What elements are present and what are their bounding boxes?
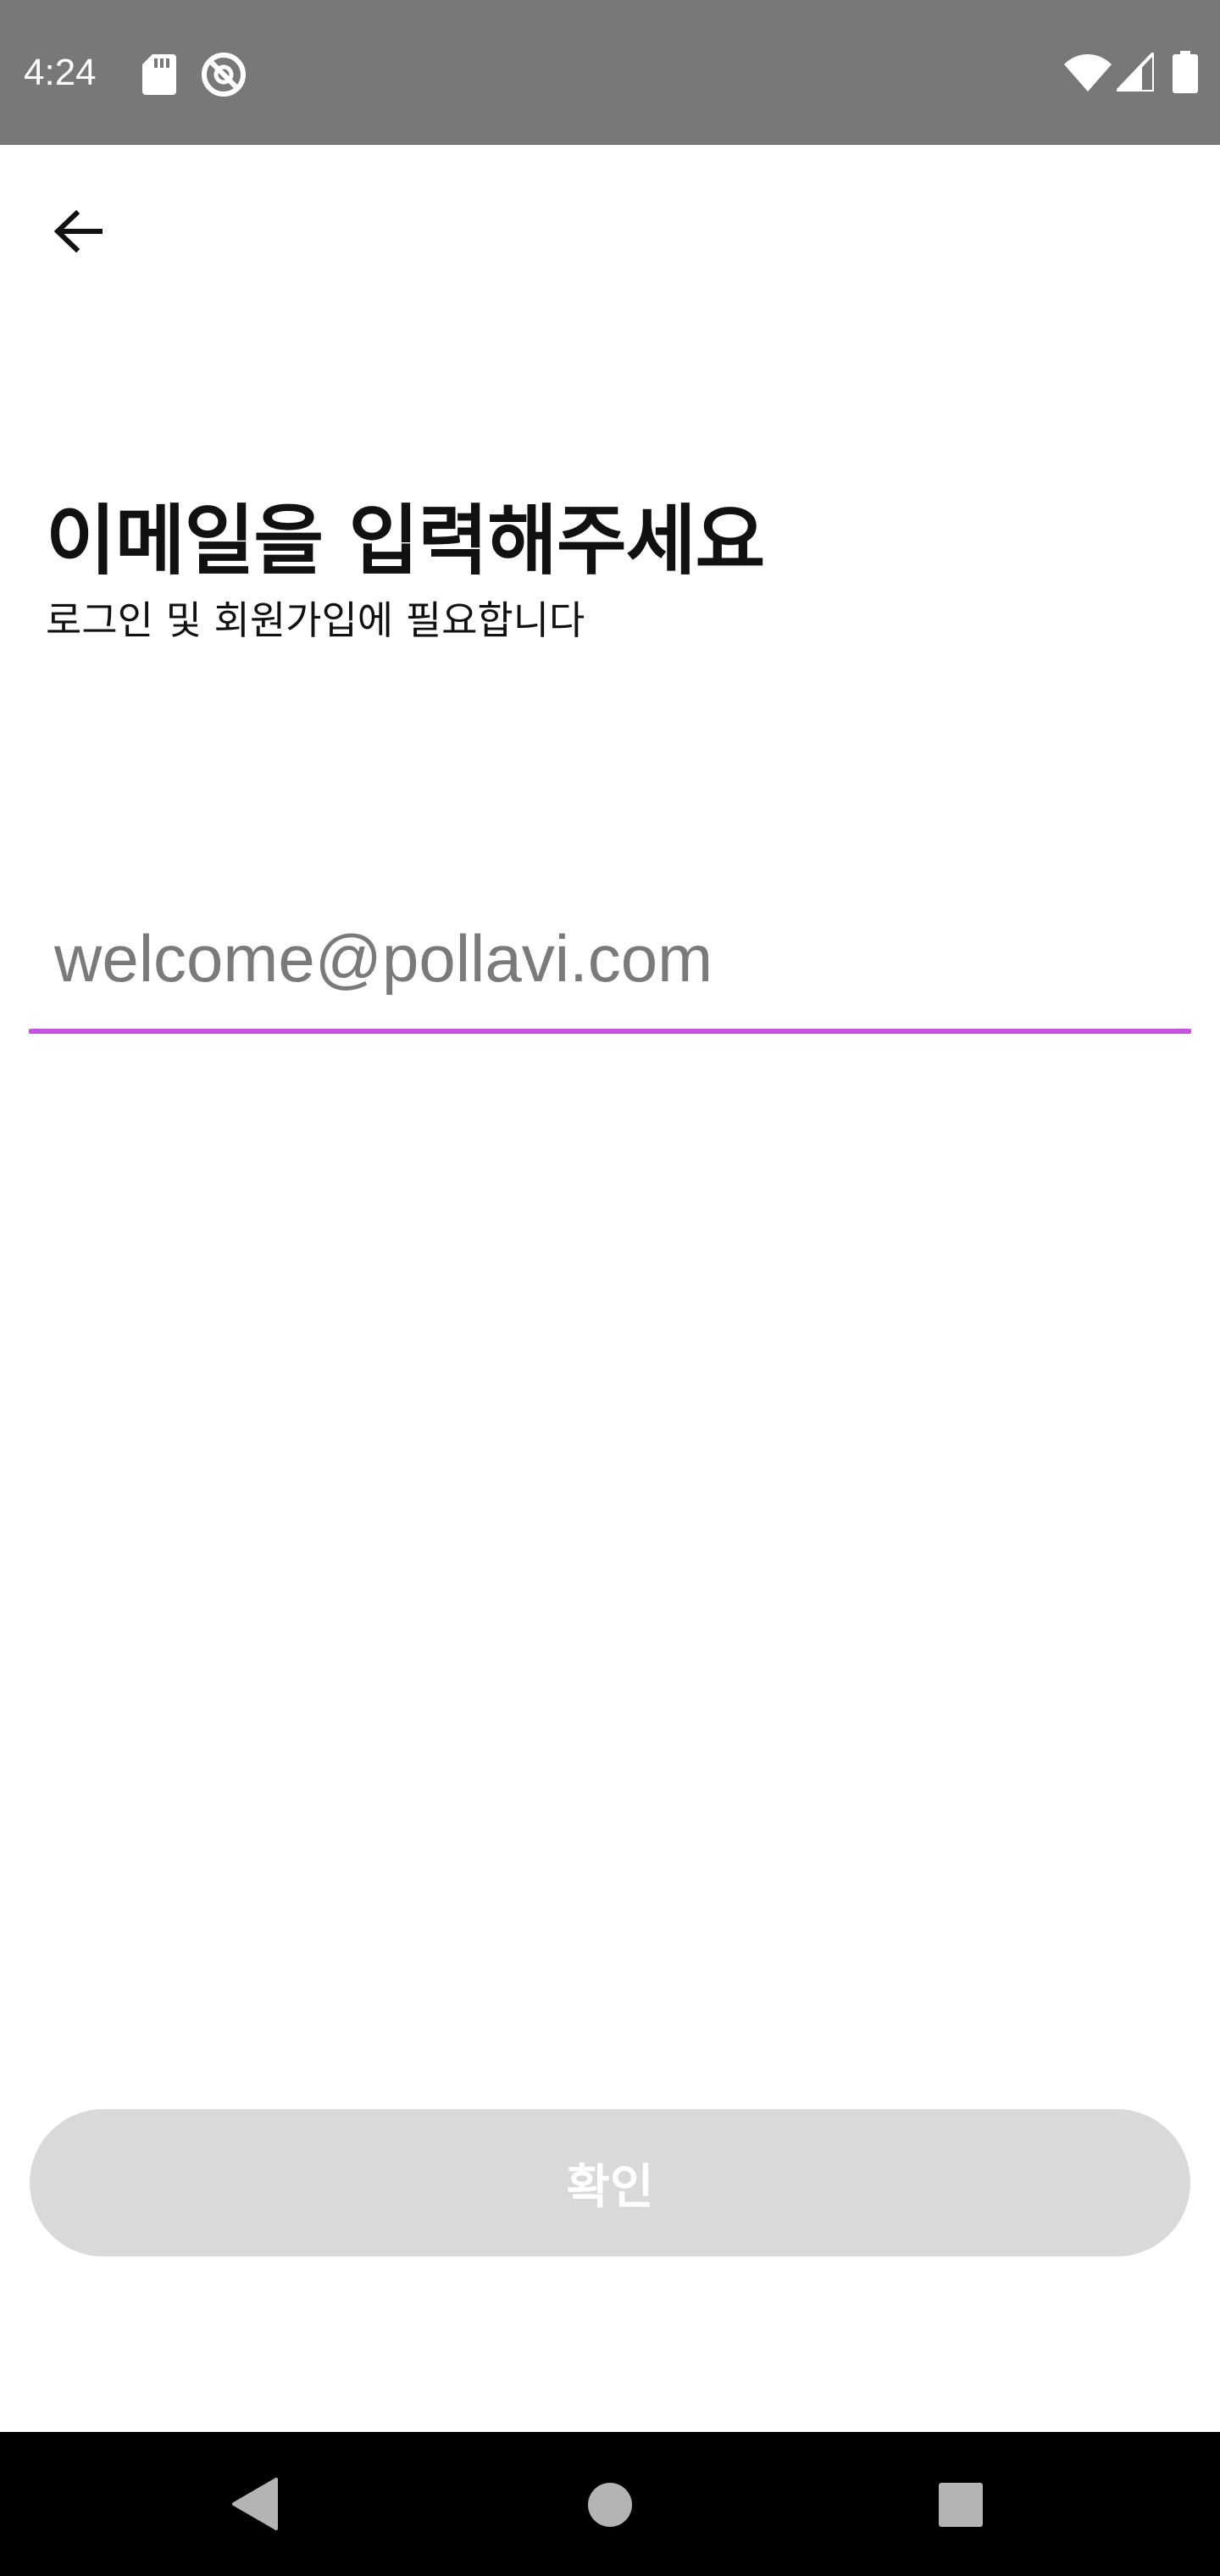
recents-square-icon[interactable] bbox=[937, 2481, 984, 2529]
page-title: 이메일을 입력해주세요 bbox=[46, 497, 765, 586]
system-nav-bar bbox=[0, 2432, 1220, 2576]
email-underline bbox=[29, 1029, 1191, 1034]
email-input[interactable] bbox=[29, 891, 1191, 1026]
sd-card-icon bbox=[142, 54, 176, 95]
confirm-button[interactable]: 확인 bbox=[30, 2109, 1190, 2257]
arrow-left-icon bbox=[53, 209, 103, 253]
status-bar: 4:24 bbox=[0, 0, 1220, 145]
email-field bbox=[29, 891, 1191, 1035]
cellular-signal-icon bbox=[1117, 53, 1154, 92]
no-disturb-icon bbox=[202, 53, 246, 97]
back-triangle-icon[interactable] bbox=[229, 2476, 280, 2532]
wifi-icon bbox=[1064, 54, 1112, 92]
email-screen: 이메일을 입력해주세요 로그인 및 회원가입에 필요합니다 확인 bbox=[0, 145, 1220, 2432]
home-circle-icon[interactable] bbox=[586, 2481, 634, 2529]
battery-icon bbox=[1173, 51, 1198, 93]
status-time: 4:24 bbox=[24, 52, 97, 93]
page-subtitle: 로그인 및 회원가입에 필요합니다 bbox=[46, 597, 585, 643]
back-button[interactable] bbox=[34, 187, 122, 275]
